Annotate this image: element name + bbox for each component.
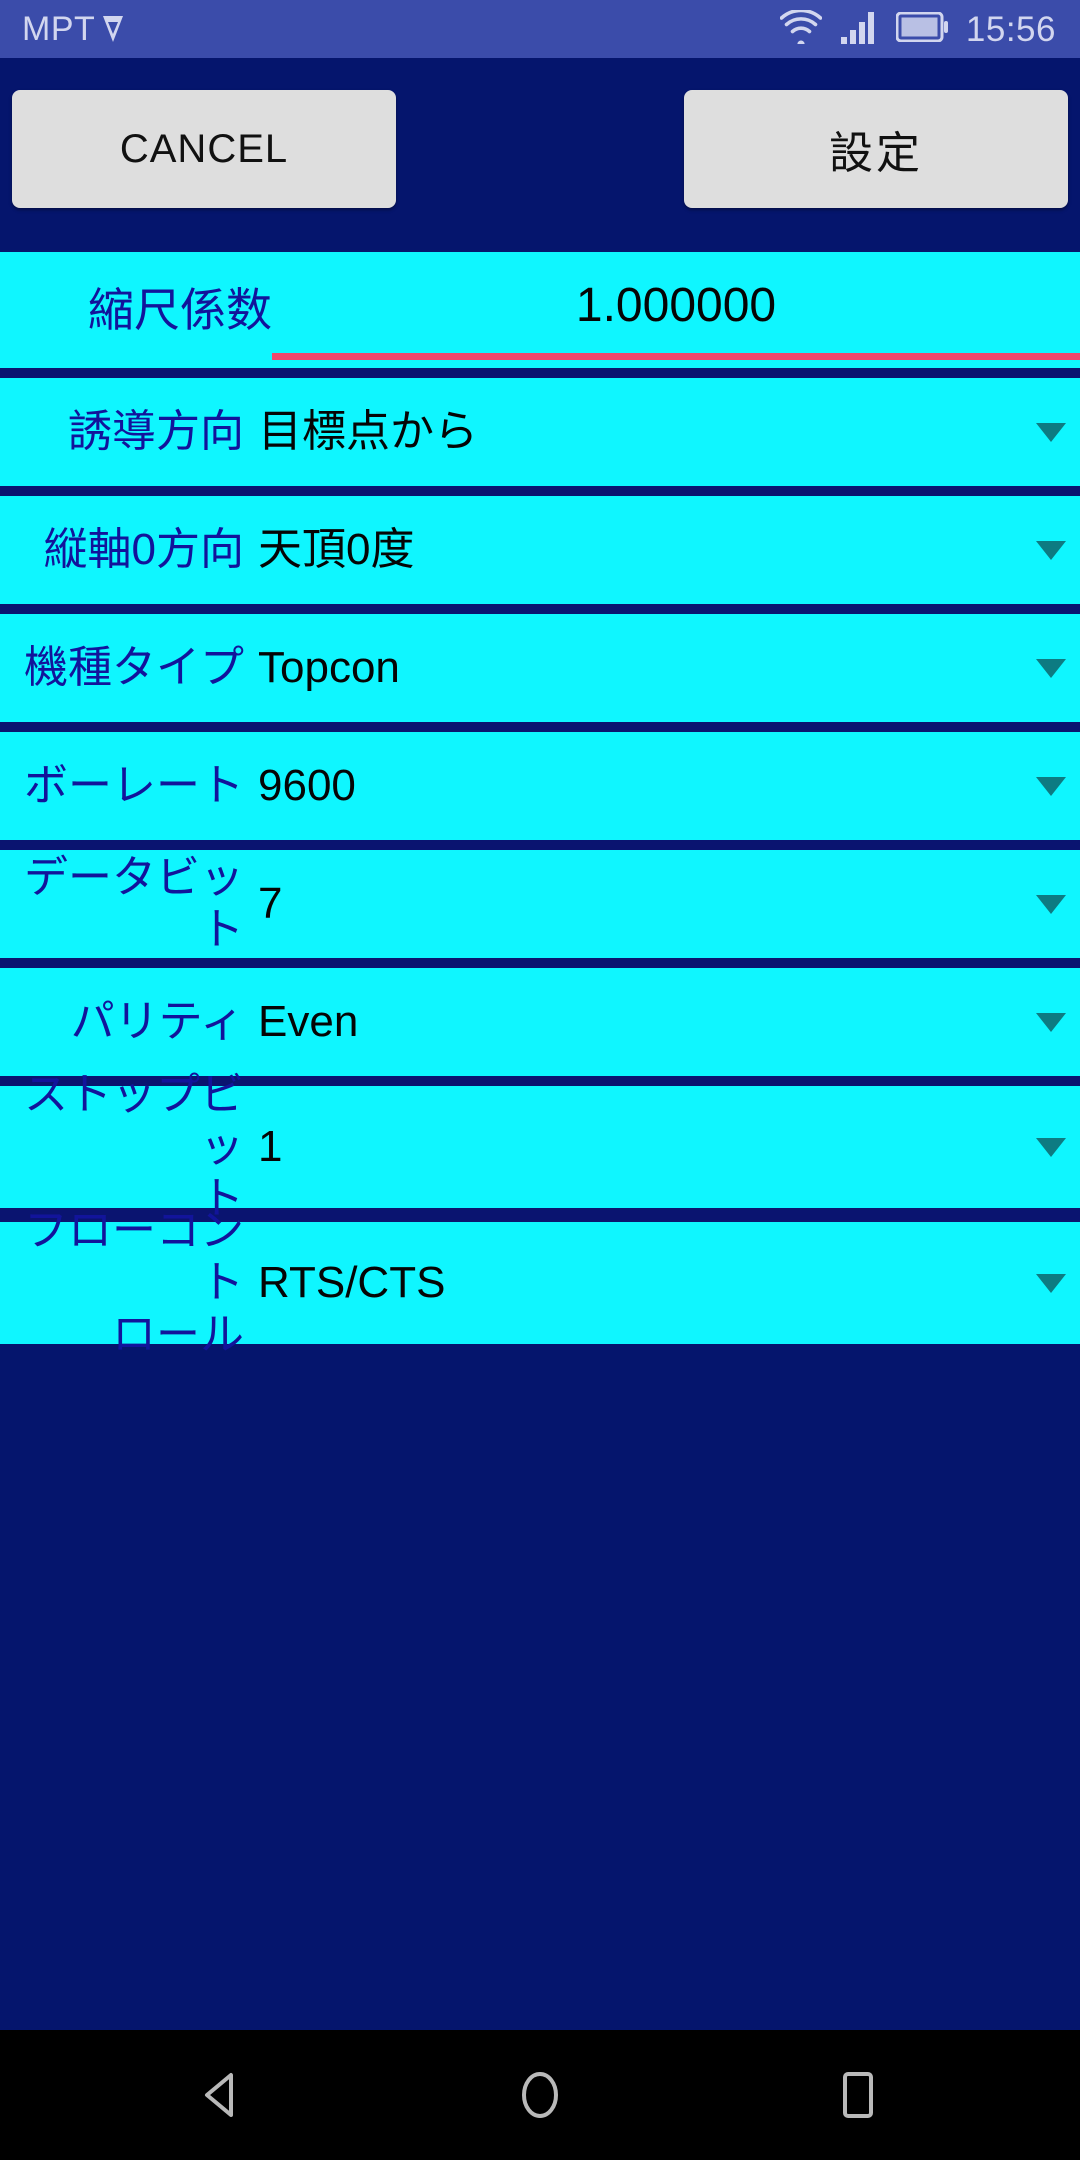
row-device-type[interactable]: 機種タイプ Topcon [0,614,1080,722]
row-divider [0,368,1080,378]
vertical-zero-direction-value: 天頂0度 [258,524,415,574]
chevron-down-icon[interactable] [1022,420,1080,444]
stop-bits-label: ストップビッ ト [24,1070,244,1223]
home-circle-icon[interactable] [492,2047,588,2143]
input-underline [272,353,1080,360]
chevron-down-icon[interactable] [1022,656,1080,680]
flow-control-value: RTS/CTS [258,1257,446,1307]
parity-value: Even [258,996,359,1046]
system-navigation-bar [0,2030,1080,2160]
recents-square-icon[interactable] [810,2047,906,2143]
chevron-down-icon[interactable] [1022,538,1080,562]
scale-factor-value: 1.000000 [575,278,777,332]
back-triangle-icon[interactable] [174,2047,270,2143]
chevron-down-icon[interactable] [1022,1135,1080,1159]
chevron-down-icon[interactable] [1022,892,1080,916]
row-divider [0,840,1080,850]
settings-list: 縮尺係数 1.000000 誘導方向 目標点から 縦軸0方向 天頂0度 機種タイ… [0,252,1080,1359]
guidance-direction-label: 誘導方向 [68,407,244,457]
row-baud-rate[interactable]: ボーレート 9600 [0,732,1080,840]
row-flow-control[interactable]: フローコント ロール RTS/CTS [0,1206,1080,1359]
row-data-bits[interactable]: データビット 7 [0,850,1080,958]
row-divider [0,958,1080,968]
status-clock: 15:56 [965,9,1056,49]
battery-full-icon [895,11,948,47]
cancel-button[interactable]: CANCEL [12,90,396,208]
device-type-value: Topcon [258,642,400,692]
scale-factor-input[interactable]: 1.000000 [272,252,1080,368]
guidance-direction-value: 目標点から [258,406,478,456]
chevron-down-icon[interactable] [1022,1010,1080,1034]
data-bits-value: 7 [258,878,283,928]
vertical-zero-direction-label: 縦軸0方向 [43,525,244,575]
row-divider [0,722,1080,732]
play-badge-icon [101,14,125,44]
scale-factor-label: 縮尺係数 [88,283,272,336]
wifi-icon [779,8,823,49]
app-background: CANCEL 設定 縮尺係数 1.000000 誘導方向 目標点から 縦軸0方向… [0,58,1080,2030]
row-vertical-zero-direction[interactable]: 縦軸0方向 天頂0度 [0,496,1080,604]
settings-confirm-button[interactable]: 設定 [684,90,1068,208]
chevron-down-icon[interactable] [1022,1271,1080,1295]
status-icons: 15:56 [779,8,1056,49]
row-divider [0,604,1080,614]
cellular-signal-icon [840,10,878,49]
chevron-down-icon[interactable] [1022,774,1080,798]
data-bits-label: データビット [24,853,244,954]
baud-rate-label: ボーレート [24,761,244,811]
device-type-label: 機種タイプ [24,643,244,693]
parity-label: パリティ [70,997,244,1047]
carrier-name: MPT [22,10,96,48]
row-guidance-direction[interactable]: 誘導方向 目標点から [0,378,1080,486]
status-bar: MPT 15:56 [0,0,1080,58]
stop-bits-value: 1 [258,1121,283,1171]
row-divider [0,486,1080,496]
flow-control-label: フローコント ロール [24,1206,244,1359]
row-stop-bits[interactable]: ストップビッ ト 1 [0,1070,1080,1223]
baud-rate-value: 9600 [258,760,356,810]
carrier-area: MPT [22,12,125,46]
row-scale-factor[interactable]: 縮尺係数 1.000000 [0,252,1080,368]
row-parity[interactable]: パリティ Even [0,968,1080,1076]
action-button-bar: CANCEL 設定 [0,90,1080,208]
